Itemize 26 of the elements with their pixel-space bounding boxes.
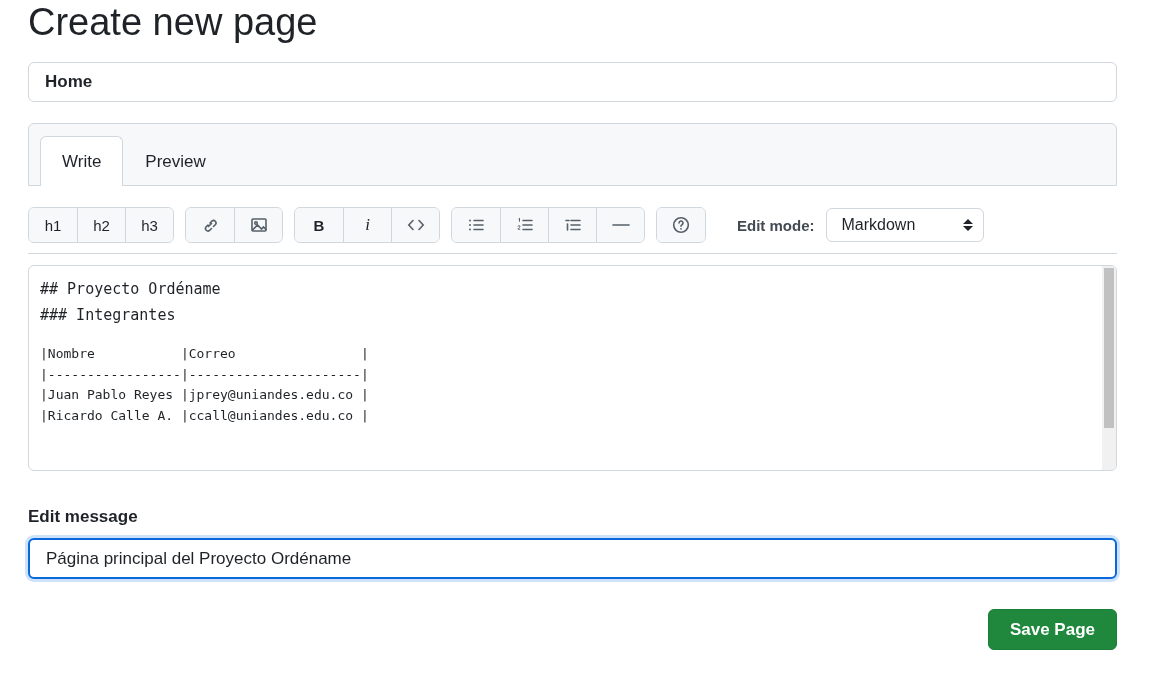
editor-line: ### Integrantes: [40, 305, 177, 326]
horizontal-rule-button[interactable]: [596, 208, 644, 242]
help-icon: [672, 216, 690, 234]
page-title-field[interactable]: Home: [28, 62, 1117, 102]
edit-message-field[interactable]: Página principal del Proyecto Ordéname: [28, 538, 1117, 579]
edit-mode-label: Edit mode:: [737, 216, 815, 234]
horizontal-rule-icon: [611, 224, 630, 226]
page-heading: Create new page: [28, 0, 319, 45]
save-page-button[interactable]: Save Page: [987, 609, 1117, 650]
editor-tab[interactable]: Write: [40, 136, 124, 186]
sort-arrows-icon: [962, 218, 973, 232]
markdown-editor[interactable]: ## Proyecto Ordéname ### Integrantes |Nombre |Correo | |-----------------|----------------------| |Juan Pablo Reyes |jprey@uniandes.edu.co | |Ricardo Calle A. |ccall@uniandes.edu.co |: [28, 265, 1117, 471]
edit-mode-select[interactable]: Markdown: [825, 208, 984, 242]
heading-button[interactable]: h3: [125, 208, 173, 242]
help-button[interactable]: [657, 208, 705, 242]
editor-line: |-----------------|----------------------|: [40, 365, 370, 384]
image-icon: [249, 216, 268, 234]
editor-line: |Ricardo Calle A. |ccall@uniandes.edu.co |: [40, 406, 370, 425]
edit-message-label: Edit message: [28, 507, 139, 527]
editor-tab[interactable]: Preview: [123, 136, 228, 186]
scrollbar[interactable]: [1102, 266, 1116, 470]
editor-line: |Juan Pablo Reyes |jprey@uniandes.edu.co |: [40, 386, 370, 404]
image-button[interactable]: [234, 208, 282, 242]
code-button[interactable]: [391, 208, 439, 242]
editor-line: ## Proyecto Ordéname: [40, 279, 222, 300]
editor-line: |Nombre |Correo |: [40, 345, 370, 363]
